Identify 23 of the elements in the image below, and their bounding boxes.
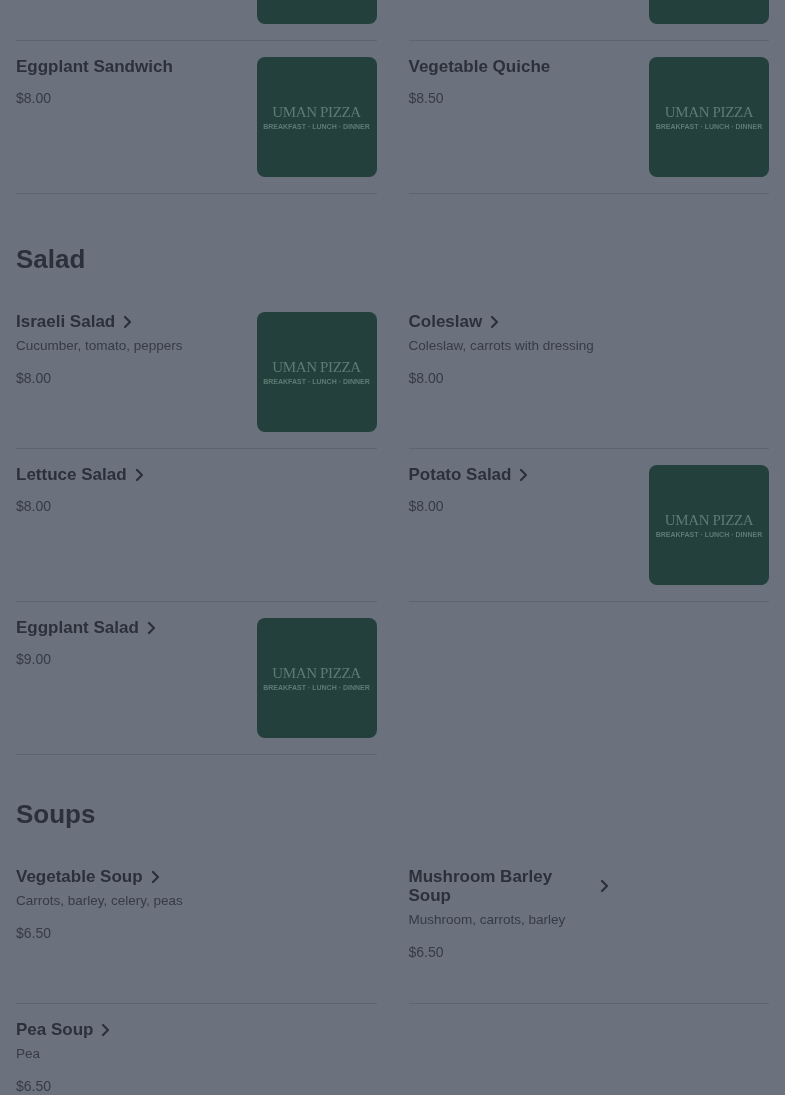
- item-name: Lettuce Salad: [16, 465, 127, 484]
- logo-title: UMAN PIZZA: [272, 359, 361, 375]
- item-price: $8.50: [408, 89, 445, 108]
- section-title: Salad: [16, 246, 87, 272]
- item-name: Pea Soup: [16, 1020, 94, 1039]
- logo-title: UMAN PIZZA: [272, 104, 361, 120]
- logo-title: UMAN PIZZA: [664, 104, 754, 120]
- menu-item[interactable]: [408, 0, 769, 41]
- item-name: Vegetable Soup: [16, 867, 143, 886]
- item-price: $8.00: [408, 497, 445, 516]
- item-name: Israeli Salad: [16, 312, 116, 331]
- item-name: Coleslaw: [408, 312, 483, 331]
- item-price: $6.50: [408, 943, 445, 962]
- menu-item[interactable]: [16, 0, 377, 41]
- item-name: Potato Salad: [408, 465, 512, 484]
- item-name: Mushroom Barley Soup: [408, 867, 554, 905]
- item-name: Vegetable Quiche: [408, 57, 551, 76]
- logo-title: UMAN PIZZA: [272, 665, 361, 681]
- item-price: $8.00: [408, 369, 445, 388]
- item-name: Eggplant Sandwich: [16, 57, 173, 76]
- section-title: Soups: [16, 801, 97, 827]
- logo-title: UMAN PIZZA: [664, 512, 754, 528]
- item-name: Eggplant Salad: [16, 618, 139, 637]
